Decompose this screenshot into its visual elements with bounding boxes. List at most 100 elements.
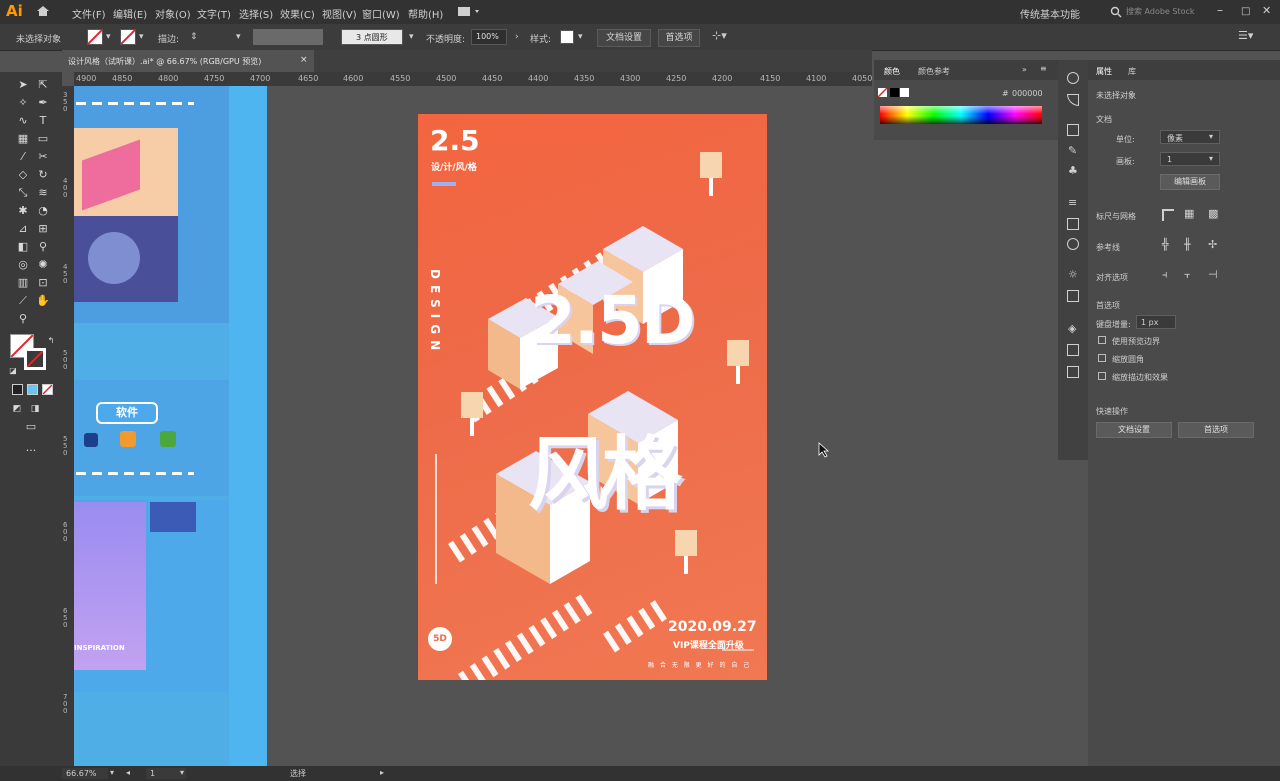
rotate-tool-icon[interactable]: ↻	[36, 168, 50, 182]
symbols-icon[interactable]: ♣	[1068, 164, 1078, 177]
zoom-tool-icon[interactable]: ⚲	[16, 312, 30, 326]
stroke-color-box[interactable]	[24, 348, 46, 370]
scissors-tool-icon[interactable]: ✂	[36, 150, 50, 164]
black-swatch[interactable]	[890, 88, 899, 97]
home-icon[interactable]	[36, 5, 50, 17]
tab-libraries[interactable]: 库	[1128, 66, 1136, 77]
collapse-panel-icon[interactable]: »	[1022, 65, 1027, 74]
stroke-swatch[interactable]	[120, 29, 136, 45]
color-mode-icon[interactable]	[12, 384, 23, 395]
gradient-icon[interactable]	[1067, 218, 1079, 230]
mesh-tool-icon[interactable]: ⊞	[36, 222, 50, 236]
stroke-dropdown-icon[interactable]: ▾	[139, 32, 144, 42]
type-tool-icon[interactable]: T	[36, 114, 50, 128]
color-guide-icon[interactable]	[1067, 94, 1079, 106]
selection-tool-icon[interactable]: ➤	[16, 78, 30, 92]
guides-toggle-icon[interactable]: ╬	[1162, 238, 1169, 251]
close-button[interactable]: ✕	[1262, 4, 1271, 17]
grid-tool-icon[interactable]: ▦	[16, 132, 30, 146]
stroke-weight-stepper[interactable]: ⇕	[190, 32, 198, 42]
opacity-input[interactable]: 100%	[471, 29, 507, 45]
stroke-weight-dropdown-icon[interactable]: ▾	[236, 32, 241, 42]
tab-color[interactable]: 颜色	[884, 66, 900, 77]
pen-tool-icon[interactable]: ✒	[36, 96, 50, 110]
white-swatch[interactable]	[900, 88, 909, 97]
preferences-button[interactable]: 首选项	[658, 29, 700, 47]
eyedropper-tool-icon[interactable]: ⚲	[36, 240, 50, 254]
smart-guides-icon[interactable]: ╫	[1184, 238, 1191, 251]
opacity-arrow-icon[interactable]: ›	[515, 32, 519, 42]
snap-point-icon[interactable]: ✢	[1208, 238, 1217, 251]
edit-artboards-button[interactable]: 编辑画板	[1160, 174, 1220, 190]
fill-dropdown-icon[interactable]: ▾	[106, 32, 111, 42]
zoom-dropdown-icon[interactable]: ▾	[110, 768, 114, 777]
menu-window[interactable]: 窗口(W)	[362, 6, 400, 21]
export-icon[interactable]	[1067, 344, 1079, 356]
scale-strokes-checkbox[interactable]	[1098, 372, 1106, 380]
color-spectrum[interactable]	[880, 106, 1042, 124]
ruler-toggle-icon[interactable]	[1162, 209, 1174, 221]
swatches-icon[interactable]	[1067, 124, 1079, 136]
transparency-grid-icon[interactable]: ▩	[1208, 207, 1218, 220]
curvature-tool-icon[interactable]: ∿	[16, 114, 30, 128]
arrange-icon[interactable]: ⊹▾	[712, 29, 727, 42]
arrange-documents-icon[interactable]	[458, 6, 482, 17]
transparency-icon[interactable]	[1067, 238, 1079, 250]
units-select[interactable]: 像素 ▾	[1160, 130, 1220, 144]
draw-mode-icon[interactable]: ◩	[10, 402, 24, 416]
brush-dropdown-icon[interactable]: ▾	[409, 32, 414, 42]
eraser-tool-icon[interactable]: ◇	[16, 168, 30, 182]
grid-toggle-icon[interactable]: ▦	[1184, 207, 1194, 220]
brushes-icon[interactable]: ✎	[1068, 144, 1077, 157]
column-graph-tool-icon[interactable]: ▥	[16, 276, 30, 290]
screen-mode-icon[interactable]: ▭	[24, 420, 38, 434]
artboard-tool-icon[interactable]: ⊡	[36, 276, 50, 290]
scale-tool-icon[interactable]: ⤡	[16, 186, 30, 200]
menu-type[interactable]: 文字(T)	[197, 6, 231, 21]
workspace-switcher[interactable]: 传统基本功能	[1020, 6, 1080, 21]
snap-pixel-icon[interactable]: ⫟	[1184, 268, 1191, 282]
slice-tool-icon[interactable]: ⟋	[16, 294, 30, 308]
menu-file[interactable]: 文件(F)	[72, 6, 106, 21]
hex-input[interactable]: 000000	[1012, 89, 1043, 98]
blend-tool-icon[interactable]: ◎	[16, 258, 30, 272]
menu-edit[interactable]: 编辑(E)	[113, 6, 147, 21]
status-arrow-icon[interactable]: ▸	[380, 768, 384, 777]
horizontal-ruler[interactable]: 4900 4850 4800 4750 4700 4650 4600 4550 …	[74, 72, 872, 87]
menu-help[interactable]: 帮助(H)	[408, 6, 443, 21]
shape-builder-tool-icon[interactable]: ◔	[36, 204, 50, 218]
snap-grid-icon[interactable]: ⫞	[1162, 268, 1168, 282]
minimize-button[interactable]: –	[1217, 3, 1223, 17]
variable-width-profile[interactable]	[253, 29, 323, 45]
preferences-quick-button[interactable]: 首选项	[1178, 422, 1254, 438]
hand-tool-icon[interactable]: ✋	[36, 294, 50, 308]
gradient-tool-icon[interactable]: ◧	[16, 240, 30, 254]
stock-search-input[interactable]: 搜索 Adobe Stock	[1126, 6, 1195, 17]
document-tab[interactable]: 设计风格（试听课）.ai* @ 66.67% (RGB/GPU 预览) ×	[62, 50, 314, 72]
tab-properties[interactable]: 属性	[1096, 66, 1112, 77]
color-panel-icon[interactable]	[1067, 72, 1079, 84]
none-mode-icon[interactable]	[42, 384, 53, 395]
style-dropdown-icon[interactable]: ▾	[578, 32, 583, 42]
brush-definition[interactable]: 3 点圆形	[341, 29, 403, 45]
direct-selection-tool-icon[interactable]: ⇱	[36, 78, 50, 92]
menu-effect[interactable]: 效果(C)	[280, 6, 315, 21]
width-tool-icon[interactable]: ≋	[36, 186, 50, 200]
snap-glyph-icon[interactable]: ⊣	[1208, 268, 1218, 281]
doc-setup-quick-button[interactable]: 文档设置	[1096, 422, 1172, 438]
use-preview-bounds-checkbox[interactable]	[1098, 336, 1106, 344]
puppet-warp-tool-icon[interactable]: ✱	[16, 204, 30, 218]
magic-wand-tool-icon[interactable]: ✧	[16, 96, 30, 110]
poster-artboard[interactable]: 2.5 设/计/风/格 DESIGN 2.5D 风格 5D 2020.09.27…	[418, 114, 767, 680]
menu-view[interactable]: 视图(V)	[322, 6, 357, 21]
stroke-icon[interactable]: ≡	[1068, 196, 1077, 209]
artboards-icon[interactable]	[1067, 366, 1079, 378]
appearance-icon[interactable]: ☼	[1068, 268, 1078, 281]
rectangle-tool-icon[interactable]: ▭	[36, 132, 50, 146]
keyboard-increment-input[interactable]: 1 px	[1136, 315, 1176, 329]
panel-menu-icon[interactable]: ☰▾	[1238, 29, 1253, 42]
menu-select[interactable]: 选择(S)	[239, 6, 273, 21]
close-tab-icon[interactable]: ×	[300, 55, 308, 65]
search-icon[interactable]	[1110, 6, 1122, 18]
fill-swatch[interactable]	[87, 29, 103, 45]
